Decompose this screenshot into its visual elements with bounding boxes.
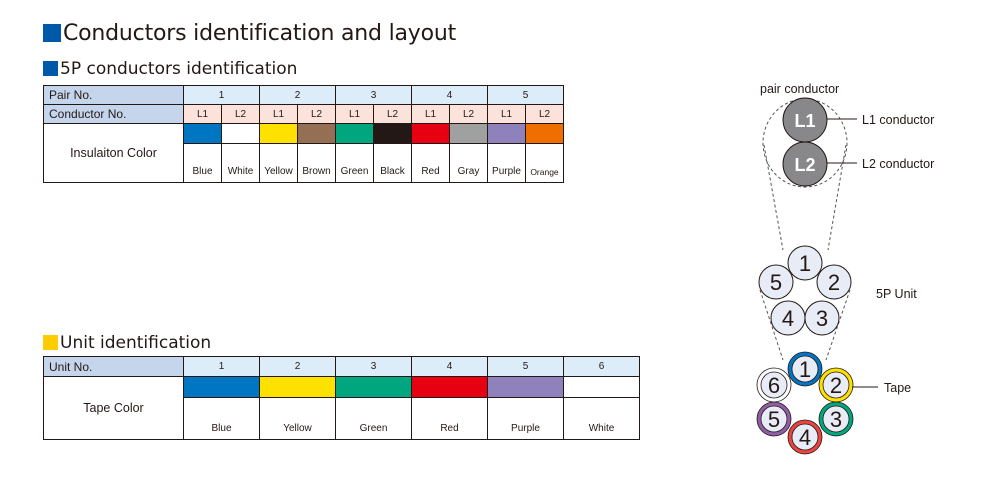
5p-unit-label: 5P Unit (876, 287, 917, 301)
unit-number: 1 (799, 357, 811, 382)
pair-number: 4 (782, 306, 794, 331)
unit-number: 2 (830, 373, 842, 398)
l2-conductor-label: L2 conductor (862, 157, 934, 171)
unit-number: 5 (768, 407, 780, 432)
pair-number: 2 (828, 270, 840, 295)
cable-units-group: 12 345 6 (756, 351, 854, 455)
l2-text: L2 (794, 155, 815, 175)
tape-label: Tape (884, 381, 911, 395)
unit-number: 3 (830, 407, 842, 432)
l1-conductor-label: L1 conductor (862, 113, 934, 127)
pair-number: 1 (799, 251, 811, 276)
unit-number: 6 (768, 373, 780, 398)
l1-text: L1 (794, 111, 815, 131)
5p-unit-group: 12345 (758, 245, 852, 336)
pair-number: 3 (816, 306, 828, 331)
pair-conductor-label: pair conductor (760, 82, 839, 96)
unit-number: 4 (799, 425, 811, 450)
cable-layout-diagram: pair conductor L1 L2 L1 conductor L2 con… (756, 82, 934, 455)
pair-number: 5 (770, 270, 782, 295)
